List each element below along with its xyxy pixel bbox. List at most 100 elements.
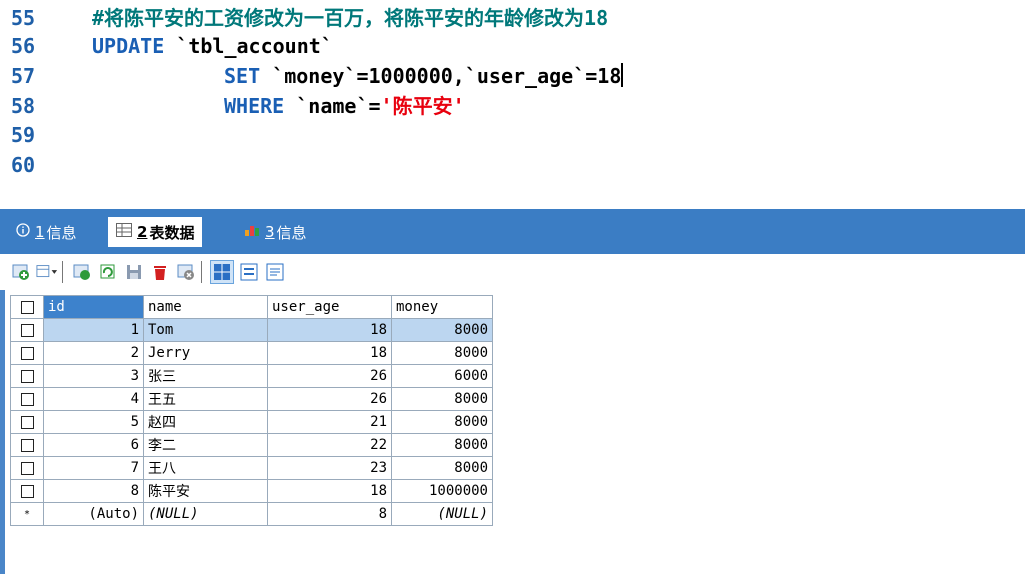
grid-view-icon[interactable]: [210, 260, 234, 284]
cell-name[interactable]: 赵四: [143, 410, 268, 434]
cell-money[interactable]: 8000: [391, 341, 493, 365]
checkbox-icon: [20, 300, 34, 314]
cell-money[interactable]: 8000: [391, 433, 493, 457]
table-name: `tbl_account`: [164, 34, 333, 58]
cell-id[interactable]: 8: [43, 479, 144, 503]
select-all-checkbox[interactable]: [10, 295, 44, 319]
tab-label: 表数据: [149, 223, 195, 242]
row-checkbox[interactable]: [10, 479, 44, 503]
column-header-id[interactable]: id: [43, 295, 144, 319]
cell-name[interactable]: Tom: [143, 318, 268, 342]
table-row[interactable]: 4 王五 26 8000: [10, 387, 493, 411]
cell-money[interactable]: 8000: [391, 318, 493, 342]
cell-name[interactable]: Jerry: [143, 341, 268, 365]
delete-icon[interactable]: [149, 261, 171, 283]
checkbox-icon: [20, 392, 34, 406]
tab-messages-1[interactable]: 1 信息: [16, 218, 77, 246]
cell-user-age[interactable]: 26: [267, 387, 392, 411]
line-number: 55: [11, 6, 36, 30]
grid-toolbar: [0, 254, 1025, 290]
tab-number: 3: [265, 223, 275, 241]
code-line-where: WHERE `name`='陈平安': [224, 92, 465, 120]
cell-name[interactable]: (NULL): [143, 502, 268, 526]
cell-money[interactable]: 6000: [391, 364, 493, 388]
cell-name[interactable]: 王五: [143, 387, 268, 411]
checkbox-icon: [20, 461, 34, 475]
cell-id[interactable]: 3: [43, 364, 144, 388]
text-view-icon[interactable]: [264, 261, 286, 283]
table-row[interactable]: 5 赵四 21 8000: [10, 410, 493, 434]
cell-id[interactable]: 4: [43, 387, 144, 411]
tab-table-data[interactable]: 2 表数据: [108, 217, 203, 247]
where-keyword: WHERE: [224, 94, 285, 118]
table-row[interactable]: 3 张三 26 6000: [10, 364, 493, 388]
result-tabbar: 1 信息 2 表数据 3 信息: [0, 209, 1025, 254]
grid-header-row: id name user_age money: [10, 295, 493, 319]
set-keyword: SET: [224, 64, 261, 88]
save-icon[interactable]: [123, 261, 145, 283]
cell-name[interactable]: 陈平安: [143, 479, 268, 503]
cell-id[interactable]: (Auto): [43, 502, 144, 526]
cell-user-age[interactable]: 26: [267, 364, 392, 388]
cell-id[interactable]: 2: [43, 341, 144, 365]
row-checkbox[interactable]: [10, 364, 44, 388]
where-clause: `name`=: [284, 94, 381, 118]
duplicate-row-dropdown[interactable]: [36, 261, 58, 283]
table-row[interactable]: 2 Jerry 18 8000: [10, 341, 493, 365]
line-number: 60: [11, 153, 36, 177]
cell-id[interactable]: 7: [43, 456, 144, 480]
cell-id[interactable]: 1: [43, 318, 144, 342]
checkbox-icon: [20, 484, 34, 498]
chart-icon: [244, 223, 260, 241]
cell-user-age[interactable]: 21: [267, 410, 392, 434]
checkbox-icon: [20, 346, 34, 360]
new-row[interactable]: * (Auto) (NULL) 8 (NULL): [10, 502, 493, 526]
cell-id[interactable]: 6: [43, 433, 144, 457]
row-checkbox[interactable]: [10, 433, 44, 457]
tab-messages-3[interactable]: 3 信息: [244, 218, 307, 246]
sql-editor[interactable]: 55 56 57 58 59 60 #将陈平安的工资修改为一百万，将陈平安的年龄…: [0, 0, 1025, 209]
cell-user-age[interactable]: 8: [267, 502, 392, 526]
cell-user-age[interactable]: 18: [267, 318, 392, 342]
column-header-user-age[interactable]: user_age: [267, 295, 392, 319]
cell-user-age[interactable]: 18: [267, 479, 392, 503]
cell-money[interactable]: 8000: [391, 410, 493, 434]
tab-number: 2: [137, 223, 148, 241]
cell-money[interactable]: 8000: [391, 456, 493, 480]
tab-number: 1: [35, 223, 45, 241]
cancel-changes-icon[interactable]: [175, 261, 197, 283]
tab-label: 信息: [46, 223, 77, 242]
cell-user-age[interactable]: 23: [267, 456, 392, 480]
column-header-money[interactable]: money: [391, 295, 493, 319]
row-checkbox[interactable]: [10, 456, 44, 480]
string-literal: '陈平安': [380, 94, 465, 118]
cell-id[interactable]: 5: [43, 410, 144, 434]
insert-row-icon[interactable]: [10, 261, 32, 283]
table-row[interactable]: 1 Tom 18 8000: [10, 318, 493, 342]
set-clause: `money`=1000000,`user_age`=18: [260, 64, 622, 88]
cell-user-age[interactable]: 22: [267, 433, 392, 457]
row-checkbox[interactable]: [10, 318, 44, 342]
cell-name[interactable]: 王八: [143, 456, 268, 480]
cell-money[interactable]: 8000: [391, 387, 493, 411]
row-checkbox[interactable]: [10, 341, 44, 365]
refresh-icon[interactable]: [97, 261, 119, 283]
checkbox-icon: [20, 438, 34, 452]
cell-name[interactable]: 李二: [143, 433, 268, 457]
code-line-update: UPDATE `tbl_account`: [92, 32, 333, 60]
cell-money[interactable]: (NULL): [391, 502, 493, 526]
table-row[interactable]: 6 李二 22 8000: [10, 433, 493, 457]
cell-user-age[interactable]: 18: [267, 341, 392, 365]
row-checkbox[interactable]: [10, 387, 44, 411]
copy-row-icon[interactable]: [71, 261, 93, 283]
column-header-name[interactable]: name: [143, 295, 268, 319]
table-row[interactable]: 7 王八 23 8000: [10, 456, 493, 480]
cell-money[interactable]: 1000000: [391, 479, 493, 503]
table-row[interactable]: 8 陈平安 18 1000000: [10, 479, 493, 503]
row-checkbox[interactable]: [10, 410, 44, 434]
form-view-icon[interactable]: [238, 261, 260, 283]
table-icon: [116, 223, 132, 241]
cell-name[interactable]: 张三: [143, 364, 268, 388]
checkbox-icon: [20, 323, 34, 337]
update-keyword: UPDATE: [92, 34, 165, 58]
